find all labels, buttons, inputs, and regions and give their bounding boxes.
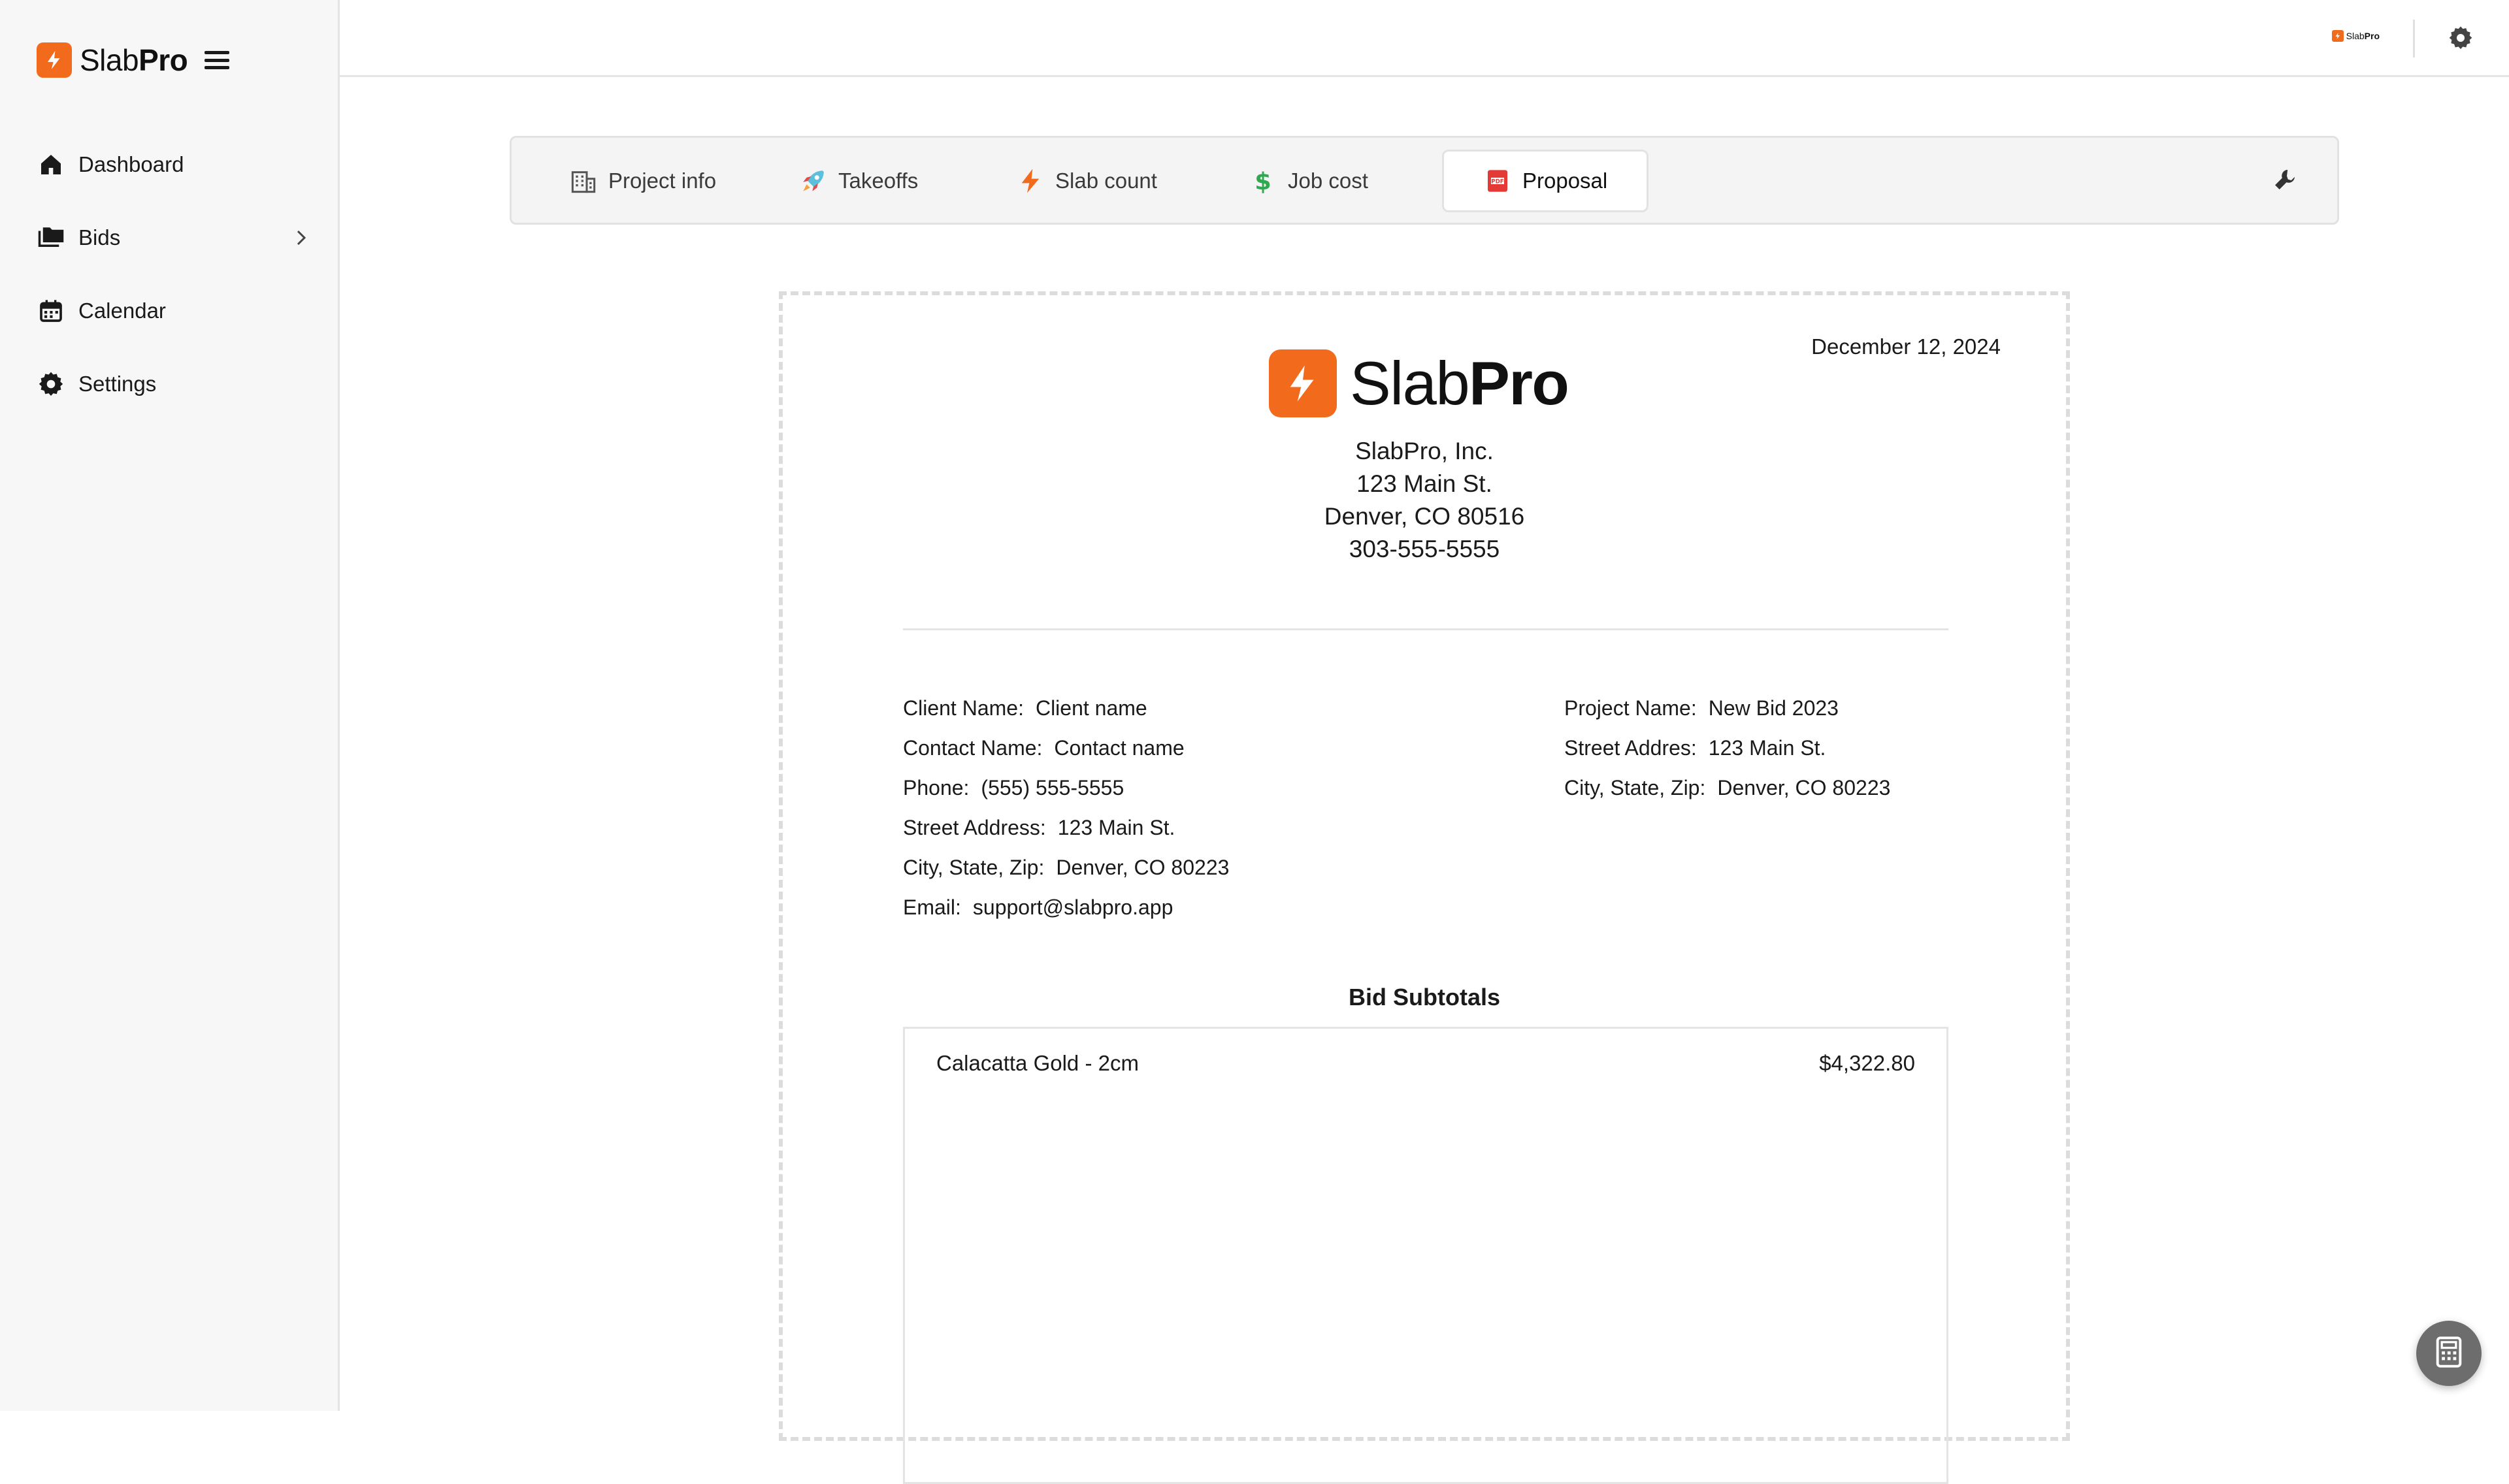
svg-text:PDF: PDF (1491, 178, 1504, 185)
tab-label: Proposal (1522, 169, 1608, 193)
subtotals-table: Calacatta Gold - 2cm $4,322.80 (903, 1027, 1948, 1484)
proposal-date: December 12, 2024 (1811, 334, 2001, 359)
tab-job-cost[interactable]: $ Job cost (1249, 150, 1368, 212)
dollar-icon: $ (1249, 167, 1277, 195)
rocket-icon (799, 167, 828, 195)
contact-name-row: Contact Name: Contact name (903, 736, 1185, 760)
app-root: SlabPro Dashboard Bids Calendar Settings… (0, 0, 2509, 1484)
sidebar-item-bids[interactable]: Bids (37, 201, 311, 274)
tab-project-info[interactable]: Project info (569, 150, 716, 212)
proposal-logo: SlabPro (1269, 349, 1569, 418)
brand-logo[interactable]: SlabPro (37, 42, 230, 78)
project-city-state-zip-row: City, State, Zip: Denver, CO 80223 (1564, 776, 1891, 799)
pdf-icon: PDF (1483, 167, 1512, 195)
tab-slab-count[interactable]: Slab count (1016, 150, 1157, 212)
sidebar-item-dashboard[interactable]: Dashboard (37, 128, 311, 201)
gear-icon (37, 370, 65, 398)
home-icon (37, 150, 65, 179)
tab-label: Project info (608, 169, 717, 193)
svg-text:$: $ (1254, 168, 1271, 194)
company-street: 123 Main St. (1356, 470, 1492, 497)
company-phone: 303-555-5555 (1349, 536, 1500, 562)
client-info: Client Name: Client name Contact Name: Con… (903, 695, 1229, 934)
calendar-icon (37, 297, 65, 325)
sidebar-item-label: Settings (78, 372, 157, 396)
building-icon (569, 167, 598, 195)
sidebar-item-calendar[interactable]: Calendar (37, 274, 311, 347)
tab-proposal[interactable]: PDF Proposal (1442, 150, 1649, 212)
lightning-logo-icon (1269, 349, 1337, 417)
subtotal-item: Calacatta Gold - 2cm (936, 1051, 1139, 1075)
calculator-button[interactable] (2416, 1321, 2482, 1386)
company-name: SlabPro, Inc. (1355, 438, 1494, 464)
lightning-icon (1016, 167, 1045, 195)
sidebar-item-label: Dashboard (78, 152, 184, 176)
phone-row: Phone: (555) 555-5555 (903, 776, 1124, 799)
top-header: SlabPro (340, 0, 2509, 77)
company-logo: SlabPro (2331, 30, 2380, 42)
menu-icon[interactable] (205, 51, 230, 69)
header-divider (2413, 20, 2415, 57)
email-row: Email: support@slabpro.app (903, 895, 1173, 919)
bid-tabs: Project info Takeoffs Slab count $ Job c… (510, 136, 2339, 225)
divider (903, 628, 1948, 630)
brand-name: SlabPro (80, 43, 188, 77)
city-state-zip-row: City, State, Zip: Denver, CO 80223 (903, 856, 1230, 879)
wrench-icon[interactable] (2272, 167, 2301, 195)
lightning-logo-icon (2331, 30, 2344, 42)
client-name-row: Client Name: Client name (903, 696, 1147, 720)
folder-icon (37, 223, 65, 252)
company-address: SlabPro, Inc. 123 Main St. Denver, CO 80… (783, 435, 2066, 566)
tab-takeoffs[interactable]: Takeoffs (799, 150, 918, 212)
tab-label: Job cost (1288, 169, 1368, 193)
tab-label: Slab count (1055, 169, 1157, 193)
project-info: Project Name: New Bid 2023 Street Addres:… (1564, 695, 1890, 815)
project-street-row: Street Addres: 123 Main St. (1564, 736, 1826, 760)
sidebar-item-label: Calendar (78, 298, 166, 323)
proposal-document: December 12, 2024 SlabPro SlabPro, Inc. … (779, 291, 2070, 1484)
company-city-state-zip: Denver, CO 80516 (1324, 503, 1525, 530)
subtotal-amount: $4,322.80 (1819, 1051, 1915, 1075)
tab-label: Takeoffs (838, 169, 919, 193)
subtotals-title: Bid Subtotals (1349, 984, 1500, 1010)
subtotal-row: Calacatta Gold - 2cm $4,322.80 (936, 1051, 1915, 1076)
sidebar-item-settings[interactable]: Settings (37, 347, 311, 421)
sidebar-nav: Dashboard Bids Calendar Settings (37, 128, 311, 421)
project-name-row: Project Name: New Bid 2023 (1564, 696, 1839, 720)
gear-icon[interactable] (2448, 25, 2476, 54)
sidebar: SlabPro Dashboard Bids Calendar Settings (0, 0, 340, 1411)
sidebar-item-label: Bids (78, 225, 121, 250)
street-address-row: Street Address: 123 Main St. (903, 816, 1175, 839)
calculator-icon (2432, 1335, 2466, 1372)
chevron-right-icon[interactable] (291, 228, 311, 248)
lightning-logo-icon (37, 42, 72, 78)
